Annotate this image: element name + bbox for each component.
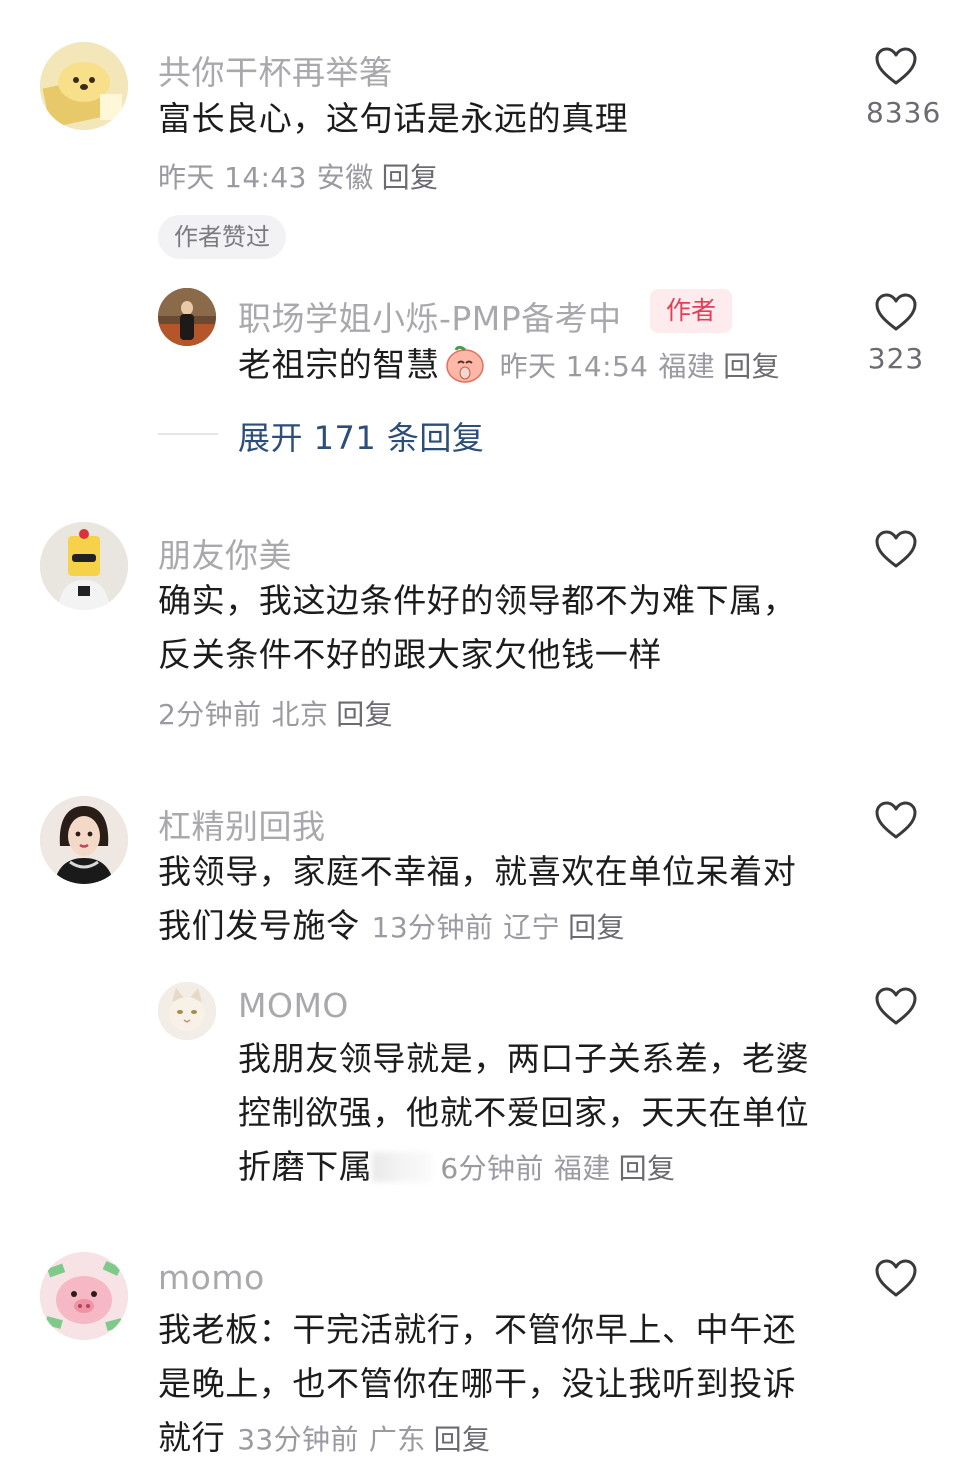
reply-button[interactable]: 回复 xyxy=(336,698,393,731)
like-count: 323 xyxy=(867,342,925,375)
comment-text-content: 我们发号施令 xyxy=(158,906,360,945)
reply-text-content: 折磨下属 xyxy=(238,1147,373,1186)
author-tag: 作者 xyxy=(650,289,733,333)
comment-username[interactable]: 共你干杯再举箸 xyxy=(158,46,393,94)
like-count: 8336 xyxy=(866,96,942,129)
like-button[interactable] xyxy=(866,800,926,840)
comment-text-line: 是晚上，也不管你在哪干，没让我听到投诉 xyxy=(158,1364,797,1403)
reply-text-line: 折磨下属 6分钟前 福建 回复 xyxy=(238,1140,675,1196)
heart-icon xyxy=(875,293,917,331)
reply-button[interactable]: 回复 xyxy=(434,1423,491,1456)
avatar[interactable] xyxy=(158,288,216,346)
comment-time: 2分钟前 xyxy=(158,698,262,731)
reply-text-line: 我朋友领导就是，两口子关系差，老婆 xyxy=(238,1039,810,1078)
reply-text-content: 老祖宗的智慧 xyxy=(238,345,440,384)
comment-meta: 昨天 14:43 安徽 回复 xyxy=(158,156,438,196)
heart-icon xyxy=(875,801,917,839)
reply-username[interactable]: MOMO xyxy=(238,986,349,1025)
comment-time: 13分钟前 xyxy=(371,911,494,944)
comment-text-line: 我们发号施令 13分钟前 辽宁 回复 xyxy=(158,899,625,955)
comment-username[interactable]: momo xyxy=(158,1258,265,1297)
comment-location: 广东 xyxy=(368,1423,426,1456)
avatar[interactable] xyxy=(40,796,128,884)
comment-text-line: 反关条件不好的跟大家欠他钱一样 xyxy=(158,635,662,674)
reply-text: 老祖宗的智慧 昨天 14:54 福建 回复 xyxy=(238,338,780,394)
comment-location: 安徽 xyxy=(316,161,374,194)
like-button[interactable]: 8336 xyxy=(866,46,942,129)
comment-text-line: 确实，我这边条件好的领导都不为难下属， xyxy=(158,581,797,620)
praying-peach-emoji-icon xyxy=(445,345,484,383)
reply-button[interactable]: 回复 xyxy=(568,911,625,944)
reply-button[interactable]: 回复 xyxy=(723,350,780,383)
comment-username[interactable]: 杠精别回我 xyxy=(158,800,326,848)
avatar[interactable] xyxy=(40,1252,128,1340)
like-button[interactable] xyxy=(866,529,926,569)
comment-time: 昨天 14:43 xyxy=(158,161,307,194)
reply-time: 昨天 14:54 xyxy=(499,350,649,383)
avatar[interactable] xyxy=(158,982,216,1040)
blurred-overlay xyxy=(372,1152,433,1182)
comment-text-line: 就行 33分钟前 广东 回复 xyxy=(158,1411,490,1467)
avatar[interactable] xyxy=(40,522,128,610)
woman-in-autumn-avatar xyxy=(158,288,216,346)
heart-icon xyxy=(875,987,917,1025)
like-button[interactable]: 323 xyxy=(866,292,926,375)
expand-divider xyxy=(158,433,218,435)
like-button[interactable] xyxy=(866,1258,926,1298)
like-button[interactable] xyxy=(866,986,926,1026)
white-cat-avatar xyxy=(158,982,216,1040)
reply-button[interactable]: 回复 xyxy=(382,161,439,194)
heart-icon xyxy=(875,1259,917,1297)
illustrated-woman-avatar xyxy=(40,796,128,884)
heart-icon xyxy=(875,530,917,568)
comment-location: 辽宁 xyxy=(503,911,561,944)
reply-location: 福建 xyxy=(553,1152,611,1185)
comment-text: 富长良心，这句话是永远的真理 xyxy=(158,99,629,138)
reply-button[interactable]: 回复 xyxy=(619,1152,676,1185)
author-liked-badge: 作者赞过 xyxy=(158,215,286,259)
reply-text-line: 控制欲强，他就不爱回家，天天在单位 xyxy=(238,1093,810,1132)
comment-location: 北京 xyxy=(271,698,329,731)
comment-text-content: 就行 xyxy=(158,1418,226,1457)
heart-icon xyxy=(875,47,917,85)
reply-time: 6分钟前 xyxy=(440,1152,544,1185)
comment-text-line: 我老板：干完活就行，不管你早上、中午还 xyxy=(158,1310,797,1349)
pink-pig-money-avatar xyxy=(40,1252,128,1340)
comment-time: 33分钟前 xyxy=(237,1423,359,1456)
comment-username[interactable]: 朋友你美 xyxy=(158,529,292,577)
comment-meta: 2分钟前 北京 回复 xyxy=(158,693,393,733)
reply-location: 福建 xyxy=(658,350,716,383)
yellow-dog-box-avatar xyxy=(40,42,128,130)
avatar[interactable] xyxy=(40,42,128,130)
comment-text-line: 我领导，家庭不幸福，就喜欢在单位呆着对 xyxy=(158,852,797,891)
reply-username[interactable]: 职场学姐小烁-PMP备考中 xyxy=(238,292,622,340)
cake-head-person-avatar xyxy=(40,522,128,610)
expand-replies-link[interactable]: 展开 171 条回复 xyxy=(238,413,484,459)
